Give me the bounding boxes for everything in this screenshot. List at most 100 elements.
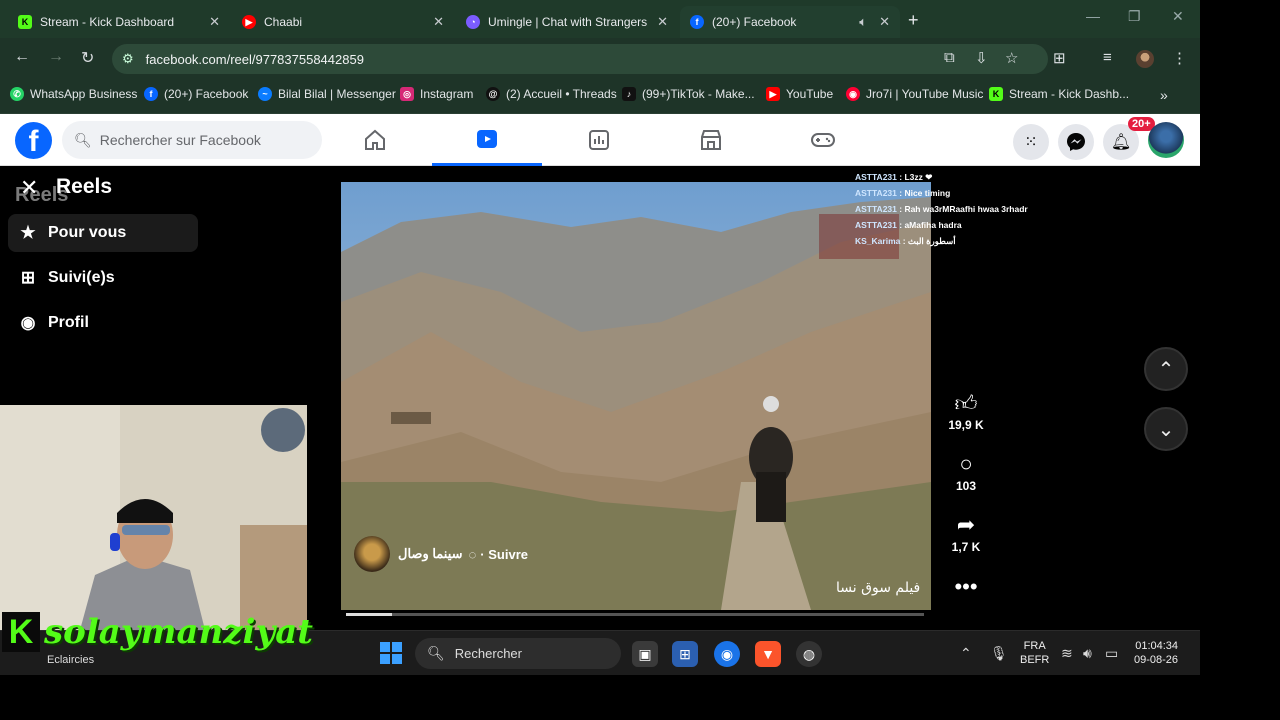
tray-overflow-icon[interactable]: ⌃	[960, 645, 972, 662]
extensions-icon[interactable]: ⊞	[1053, 49, 1066, 67]
taskbar-search-placeholder: Rechercher	[454, 646, 522, 661]
translate-icon[interactable]: ⧉	[944, 49, 955, 66]
sidebar-item-pour-vous[interactable]: ★ Pour vous	[8, 214, 198, 252]
share-button[interactable]: ➦ 1,7 K	[946, 512, 986, 556]
nav-reels[interactable]	[432, 114, 542, 166]
bookmark-label: WhatsApp Business	[30, 87, 138, 101]
nav-home[interactable]	[320, 114, 430, 166]
nav-marketplace-dashboard[interactable]	[544, 114, 654, 166]
next-reel-button[interactable]: ⌄	[1144, 407, 1188, 451]
tab-chaabi[interactable]: ▶ Chaabi ✕	[232, 6, 454, 38]
tab-facebook[interactable]: f (20+) Facebook 🔈︎ ✕	[680, 6, 900, 38]
taskbar-search-input[interactable]: 🔍︎ Rechercher	[415, 638, 621, 669]
clock-date: 09-08-26	[1134, 654, 1179, 666]
bookmark-instagram[interactable]: ◎ Instagram	[400, 87, 473, 101]
reel-author[interactable]: سينما وصال ◌ · Suivre	[354, 536, 528, 572]
store-icon[interactable]: ⊞	[672, 641, 698, 667]
close-icon[interactable]: ✕	[20, 175, 38, 201]
chat-message: ASTTA231 : L3zz ❤	[855, 170, 1028, 186]
install-icon[interactable]: ⇩	[975, 49, 988, 67]
new-tab-button[interactable]: +	[908, 10, 919, 31]
bookmark-facebook[interactable]: f (20+) Facebook	[144, 87, 248, 101]
forward-icon[interactable]: →	[48, 48, 64, 66]
tab-label: (20+) Facebook	[712, 15, 797, 29]
task-view-icon[interactable]: ▣	[632, 641, 658, 667]
sidebar-item-suivis[interactable]: ⊞ Suivi(e)s	[8, 259, 198, 297]
messenger-icon: ~	[258, 87, 272, 101]
author-avatar[interactable]	[354, 536, 390, 572]
bookmarks-bar: ✆ WhatsApp Business f (20+) Facebook ~ Bila…	[0, 80, 1200, 114]
account-avatar[interactable]	[1148, 122, 1184, 158]
site-info-icon[interactable]: ⚙	[122, 51, 134, 67]
obs-icon[interactable]: ◍	[796, 641, 822, 667]
more-bookmarks-icon[interactable]: »	[1160, 87, 1168, 103]
comment-count: 103	[955, 479, 977, 493]
tab-umingle[interactable]: ◔ Umingle | Chat with Strangers I ✕	[456, 6, 678, 38]
brave-icon[interactable]: ▼	[755, 641, 781, 667]
facebook-logo[interactable]: f	[15, 122, 52, 159]
follow-button[interactable]: · Suivre	[480, 547, 528, 562]
close-icon[interactable]: ✕	[657, 14, 668, 30]
weather-widget[interactable]: Eclaircies	[47, 654, 94, 666]
follow-icon: ⊞	[20, 268, 36, 287]
close-icon[interactable]: ✕	[879, 14, 890, 30]
chat-user: KS_Karima	[855, 236, 901, 246]
like-button[interactable]: 👍︎ 19,9 K	[946, 390, 986, 434]
browser-profile-avatar[interactable]	[1136, 50, 1154, 68]
microphone-icon[interactable]: 🎙︎	[990, 645, 1008, 662]
input-language[interactable]: FRA BEFR	[1020, 639, 1049, 667]
messenger-button[interactable]	[1058, 124, 1094, 160]
language-code: FRA	[1023, 640, 1046, 652]
bookmark-youtube-music[interactable]: ◉ Jro7i | YouTube Music	[846, 87, 983, 101]
tab-kick-dashboard[interactable]: K Stream - Kick Dashboard ✕	[8, 6, 230, 38]
system-clock[interactable]: 01:04:34 09-08-26	[1134, 639, 1178, 667]
video-progress-bar[interactable]	[346, 613, 924, 616]
reload-icon[interactable]: ↻	[81, 48, 94, 68]
windows-start-icon[interactable]	[380, 642, 402, 664]
youtube-music-icon: ▶	[242, 15, 256, 29]
bookmark-tiktok[interactable]: ♪ (99+)TikTok - Make...	[622, 87, 755, 101]
close-icon[interactable]: ✕	[433, 14, 444, 30]
kick-logo: K	[2, 612, 40, 652]
bookmark-star-icon[interactable]: ☆	[1005, 49, 1018, 67]
bookmark-messenger[interactable]: ~ Bilal Bilal | Messenger	[258, 87, 396, 101]
bookmark-kick[interactable]: K Stream - Kick Dashb...	[989, 87, 1129, 101]
speaker-icon[interactable]: 🔈︎	[859, 14, 867, 30]
back-icon[interactable]: ←	[14, 48, 30, 66]
author-name[interactable]: سينما وصال	[398, 546, 463, 562]
threads-icon: @	[486, 87, 500, 101]
battery-icon[interactable]: ▭	[1105, 645, 1118, 662]
menu-grid-button[interactable]: ⁙	[1013, 124, 1049, 160]
bookmark-label: (20+) Facebook	[164, 87, 249, 101]
kick-icon: K	[18, 15, 32, 29]
tiktok-icon: ♪	[622, 87, 636, 101]
menu-icon[interactable]: ⋮	[1172, 49, 1187, 67]
maximize-button[interactable]: ❐	[1128, 8, 1141, 25]
nav-marketplace[interactable]	[656, 114, 766, 166]
more-options-button[interactable]: •••	[946, 574, 986, 600]
bookmark-whatsapp[interactable]: ✆ WhatsApp Business	[10, 87, 137, 101]
chat-text: : aMafiha hadra	[896, 220, 962, 230]
close-window-button[interactable]: ✕	[1172, 8, 1184, 25]
chrome-icon[interactable]: ◉	[714, 641, 740, 667]
address-bar[interactable]: ⚙ facebook.com/reel/977837558442859	[112, 44, 1048, 74]
media-control-icon[interactable]: ≡	[1103, 49, 1112, 66]
chevron-up-icon: ⌃	[1157, 358, 1175, 381]
volume-icon[interactable]: 🔊︎	[1083, 645, 1092, 662]
bookmark-youtube[interactable]: ▶ YouTube	[766, 87, 833, 101]
close-icon[interactable]: ✕	[209, 14, 220, 30]
facebook-header: f 🔍︎ Rechercher sur Facebook ⁙ 🔔︎	[0, 114, 1200, 166]
browser-toolbar: ← → ↻ ⚙ facebook.com/reel/97783755844285…	[0, 38, 1200, 80]
browser-window: K Stream - Kick Dashboard ✕ ▶ Chaabi ✕ ◔…	[0, 0, 1200, 675]
thumbs-up-icon: 👍︎	[954, 391, 978, 416]
bookmark-threads[interactable]: @ (2) Accueil • Threads	[486, 87, 617, 101]
comment-button[interactable]: ○ 103	[946, 451, 986, 495]
minimize-button[interactable]: —	[1086, 8, 1100, 24]
previous-reel-button[interactable]: ⌃	[1144, 347, 1188, 391]
nav-gaming[interactable]	[768, 114, 878, 166]
facebook-search-input[interactable]: 🔍︎ Rechercher sur Facebook	[62, 121, 322, 159]
bookmark-label: Stream - Kick Dashb...	[1009, 87, 1130, 101]
sidebar-item-profil[interactable]: ◉ Profil	[8, 304, 198, 342]
video-progress-fill	[346, 613, 393, 616]
wifi-icon[interactable]: ≋	[1061, 645, 1073, 662]
